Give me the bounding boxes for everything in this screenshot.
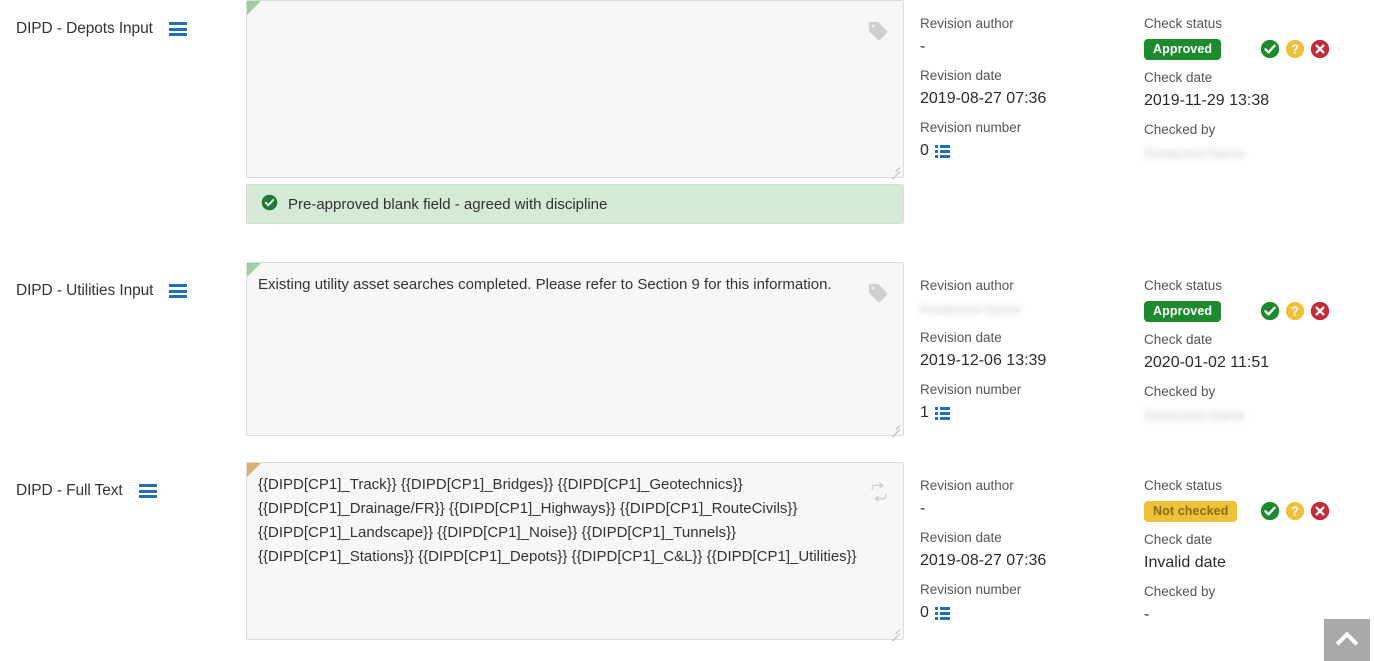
checked-by-value: Redacted Name <box>1144 145 1246 161</box>
approve-icon[interactable] <box>1260 39 1280 59</box>
revision-number-label: Revision number <box>920 120 1022 135</box>
revision-history-icon[interactable] <box>934 144 950 158</box>
status-badge: Approved <box>1144 300 1222 322</box>
revision-date-label: Revision date <box>920 68 1002 83</box>
revision-history-icon[interactable] <box>934 406 950 420</box>
svg-text:?: ? <box>1291 505 1299 519</box>
hamburger-icon[interactable] <box>168 22 187 36</box>
revision-meta-cell: Revision author - Revision date 2019-08-… <box>906 0 1136 164</box>
check-date-label: Check date <box>1144 332 1213 347</box>
pre-approved-banner-text: Pre-approved blank field - agreed with d… <box>288 195 608 213</box>
approve-icon[interactable] <box>1260 301 1280 321</box>
field-textarea-value: {{DIPD[CP1]_Track}} {{DIPD[CP1]_Bridges}… <box>258 476 857 565</box>
checked-by-label: Checked by <box>1144 122 1216 137</box>
check-status-row: Approved ? <box>1144 298 1346 324</box>
revision-author-value: Redacted Name <box>920 301 1022 317</box>
tag-icon[interactable] <box>867 20 889 42</box>
revision-meta-cell: Revision author Redacted Name Revision d… <box>906 262 1136 426</box>
field-row: DIPD - Utilities Input Existing utility … <box>0 262 1374 462</box>
revision-number-value: 0 <box>920 142 929 159</box>
query-icon[interactable]: ? <box>1285 501 1305 521</box>
revision-number-value-wrap: 0 <box>920 138 1136 164</box>
field-row: DIPD - Full Text {{DIPD[CP1]_Track}} {{D… <box>0 462 1374 661</box>
revision-author-value: - <box>920 500 926 517</box>
field-label-cell: DIPD - Utilities Input <box>0 262 246 300</box>
reject-icon[interactable] <box>1310 39 1330 59</box>
check-date-label: Check date <box>1144 70 1213 85</box>
check-status-row: Not checked ? <box>1144 498 1346 524</box>
revision-meta-cell: Revision author - Revision date 2019-08-… <box>906 462 1136 626</box>
resize-handle-icon[interactable] <box>887 623 901 637</box>
checked-by-label: Checked by <box>1144 584 1216 599</box>
field-label-cell: DIPD - Full Text <box>0 462 246 500</box>
field-textarea-value: Existing utility asset searches complete… <box>258 276 832 293</box>
field-textarea[interactable] <box>246 0 904 178</box>
revision-number-value: 1 <box>920 404 929 421</box>
check-date-value: 2020-01-02 11:51 <box>1144 354 1270 371</box>
revision-author-label: Revision author <box>920 16 1014 31</box>
field-textarea[interactable]: Existing utility asset searches complete… <box>246 262 904 436</box>
field-label: DIPD - Depots Input <box>16 20 153 37</box>
field-label: DIPD - Utilities Input <box>16 282 154 299</box>
revision-number-value-wrap: 0 <box>920 600 1136 626</box>
pre-approved-banner: Pre-approved blank field - agreed with d… <box>246 184 904 224</box>
hamburger-icon[interactable] <box>138 484 157 498</box>
check-action-group: ? <box>1260 501 1346 521</box>
revision-date-value: 2019-12-06 13:39 <box>920 352 1047 369</box>
query-icon[interactable]: ? <box>1285 39 1305 59</box>
check-status-row: Approved ? <box>1144 36 1346 62</box>
status-badge: Not checked <box>1144 500 1238 522</box>
check-meta-cell: Check status Approved ? Check date 2019-… <box>1136 0 1346 166</box>
scroll-to-top-button[interactable] <box>1324 619 1370 661</box>
revision-date-label: Revision date <box>920 330 1002 345</box>
check-status-label: Check status <box>1144 478 1223 493</box>
svg-text:?: ? <box>1291 43 1299 57</box>
revision-history-icon[interactable] <box>934 606 950 620</box>
check-meta-cell: Check status Not checked ? Check date In… <box>1136 462 1346 628</box>
field-input-cell: Existing utility asset searches complete… <box>246 262 906 436</box>
check-circle-icon <box>261 194 278 215</box>
field-label: DIPD - Full Text <box>16 482 123 499</box>
field-textarea-value <box>247 1 903 21</box>
revision-author-label: Revision author <box>920 478 1014 493</box>
revision-author-label: Revision author <box>920 278 1014 293</box>
svg-text:?: ? <box>1291 305 1299 319</box>
hamburger-icon[interactable] <box>169 284 188 298</box>
revision-number-label: Revision number <box>920 582 1022 597</box>
field-review-panel: DIPD - Depots Input Pre-approved blank f… <box>0 0 1374 661</box>
field-input-cell: Pre-approved blank field - agreed with d… <box>246 0 906 224</box>
revision-number-value-wrap: 1 <box>920 400 1136 426</box>
check-date-value: Invalid date <box>1144 554 1226 571</box>
reject-icon[interactable] <box>1310 501 1330 521</box>
checked-by-value: - <box>1144 606 1150 623</box>
chevron-up-icon <box>1335 631 1359 655</box>
status-badge: Approved <box>1144 38 1222 60</box>
checked-by-value: Redacted Name <box>1144 407 1246 423</box>
field-label-cell: DIPD - Depots Input <box>0 0 246 38</box>
revision-number-value: 0 <box>920 604 929 621</box>
check-meta-cell: Check status Approved ? Check date 2020-… <box>1136 262 1346 428</box>
field-textarea[interactable]: {{DIPD[CP1]_Track}} {{DIPD[CP1]_Bridges}… <box>246 462 904 640</box>
revision-date-label: Revision date <box>920 530 1002 545</box>
reject-icon[interactable] <box>1310 301 1330 321</box>
sync-icon[interactable] <box>869 482 889 502</box>
check-date-value: 2019-11-29 13:38 <box>1144 92 1270 109</box>
field-input-cell: {{DIPD[CP1]_Track}} {{DIPD[CP1]_Bridges}… <box>246 462 906 640</box>
tag-icon[interactable] <box>867 282 889 304</box>
revision-author-value: - <box>920 38 926 55</box>
field-row: DIPD - Depots Input Pre-approved blank f… <box>0 0 1374 240</box>
approve-icon[interactable] <box>1260 501 1280 521</box>
resize-handle-icon[interactable] <box>887 419 901 433</box>
revision-date-value: 2019-08-27 07:36 <box>920 552 1047 569</box>
revision-date-value: 2019-08-27 07:36 <box>920 90 1047 107</box>
resize-handle-icon[interactable] <box>887 161 901 175</box>
check-action-group: ? <box>1260 301 1346 321</box>
check-status-label: Check status <box>1144 278 1223 293</box>
checked-by-label: Checked by <box>1144 384 1216 399</box>
check-action-group: ? <box>1260 39 1346 59</box>
check-status-label: Check status <box>1144 16 1223 31</box>
check-date-label: Check date <box>1144 532 1213 547</box>
query-icon[interactable]: ? <box>1285 301 1305 321</box>
revision-number-label: Revision number <box>920 382 1022 397</box>
